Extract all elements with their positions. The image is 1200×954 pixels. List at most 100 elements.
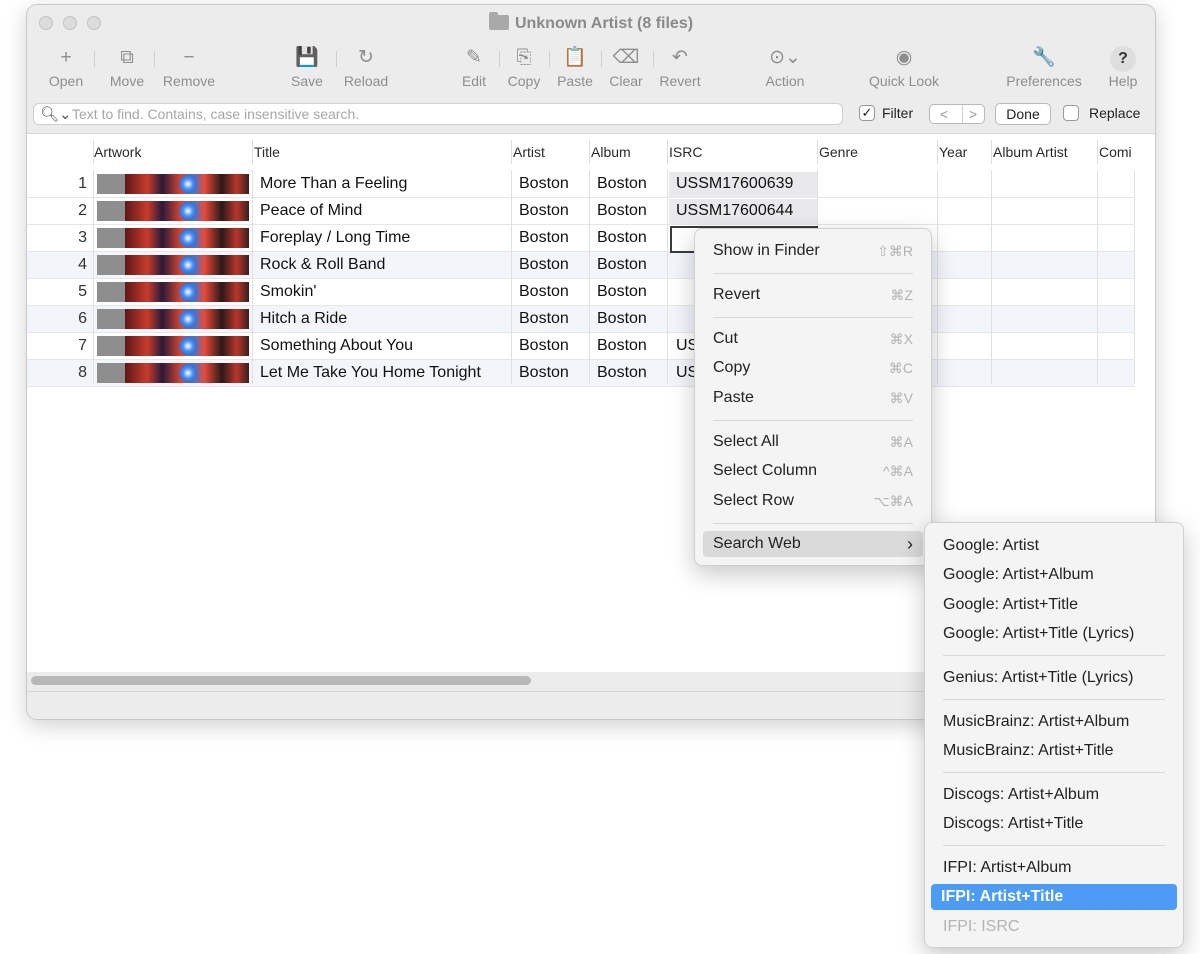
done-button[interactable]: Done: [995, 103, 1051, 125]
column-header-artwork[interactable]: Artwork: [94, 144, 141, 160]
column-divider[interactable]: [589, 140, 590, 164]
submenu-item-google-artist-title[interactable]: Google: Artist+Title: [933, 592, 1175, 618]
submenu-item-genius-lyrics[interactable]: Genius: Artist+Title (Lyrics): [933, 665, 1175, 691]
artist-cell[interactable]: Boston: [519, 202, 569, 220]
column-divider[interactable]: [937, 140, 938, 164]
table-row[interactable]: 3 Foreplay / Long Time Boston Boston: [27, 225, 1135, 252]
replace-checkbox[interactable]: [1063, 105, 1079, 121]
column-header-artist[interactable]: Artist: [513, 144, 545, 160]
title-cell[interactable]: Hitch a Ride: [260, 310, 347, 328]
help-button[interactable]: ? Help: [1103, 43, 1143, 89]
title-cell[interactable]: More Than a Feeling: [260, 175, 407, 193]
move-icon: ⧉: [120, 47, 134, 68]
submenu-item-google-lyrics[interactable]: Google: Artist+Title (Lyrics): [933, 621, 1175, 647]
column-divider[interactable]: [991, 140, 992, 164]
action-button[interactable]: ⊙⌄ Action: [757, 43, 813, 89]
submenu-item-musicbrainz-artist-title[interactable]: MusicBrainz: Artist+Title: [933, 738, 1175, 764]
title-cell[interactable]: Peace of Mind: [260, 202, 362, 220]
title-cell[interactable]: Foreplay / Long Time: [260, 229, 410, 247]
artist-cell[interactable]: Boston: [519, 283, 569, 301]
find-previous-button[interactable]: <: [934, 105, 954, 123]
title-cell[interactable]: Something About You: [260, 337, 413, 355]
artist-cell[interactable]: Boston: [519, 364, 569, 382]
artist-cell[interactable]: Boston: [519, 337, 569, 355]
menu-item-select-all[interactable]: Select All ⌘A: [703, 429, 923, 455]
table-row[interactable]: 2 Peace of Mind Boston Boston USSM176006…: [27, 198, 1135, 225]
submenu-item-discogs-artist-album[interactable]: Discogs: Artist+Album: [933, 782, 1175, 808]
column-header-isrc[interactable]: ISRC: [669, 144, 702, 160]
menu-item-show-in-finder[interactable]: Show in Finder ⇧⌘R: [703, 238, 923, 264]
filter-checkbox[interactable]: ✓: [859, 105, 875, 121]
menu-item-copy[interactable]: Copy ⌘C: [703, 355, 923, 381]
search-input[interactable]: [72, 104, 832, 124]
submenu-item-google-artist-album[interactable]: Google: Artist+Album: [933, 562, 1175, 588]
column-header-album-artist[interactable]: Album Artist: [993, 144, 1068, 160]
artist-cell[interactable]: Boston: [519, 310, 569, 328]
artist-cell[interactable]: Boston: [519, 256, 569, 274]
edit-button[interactable]: ✎ Edit: [455, 43, 493, 89]
menu-item-label: Paste: [713, 389, 754, 406]
column-divider[interactable]: [1097, 140, 1098, 164]
album-cell[interactable]: Boston: [597, 364, 647, 382]
table-row[interactable]: 8 Let Me Take You Home Tonight Boston Bo…: [27, 360, 1135, 387]
title-cell[interactable]: Smokin': [260, 283, 316, 301]
column-header-comment[interactable]: Comi: [1099, 144, 1132, 160]
menu-item-select-column[interactable]: Select Column ^⌘A: [703, 458, 923, 484]
isrc-cell[interactable]: USSM17600644: [676, 202, 793, 220]
revert-button[interactable]: ↶ Revert: [655, 43, 705, 89]
artist-cell[interactable]: Boston: [519, 175, 569, 193]
column-divider[interactable]: [511, 140, 512, 164]
column-divider[interactable]: [93, 140, 94, 164]
album-cell[interactable]: Boston: [597, 283, 647, 301]
submenu-item-musicbrainz-artist-album[interactable]: MusicBrainz: Artist+Album: [933, 709, 1175, 735]
album-cell[interactable]: Boston: [597, 310, 647, 328]
copy-button[interactable]: ⎘ Copy: [503, 43, 545, 89]
paste-label: Paste: [557, 73, 593, 89]
menu-item-revert[interactable]: Revert ⌘Z: [703, 282, 923, 308]
submenu-item-discogs-artist-title[interactable]: Discogs: Artist+Title: [933, 811, 1175, 837]
remove-button[interactable]: − Remove: [159, 43, 219, 89]
table-row[interactable]: 6 Hitch a Ride Boston Boston: [27, 306, 1135, 333]
search-icon[interactable]: 🔍︎⌄: [40, 105, 72, 123]
column-header-title[interactable]: Title: [254, 144, 280, 160]
table-row[interactable]: 5 Smokin' Boston Boston: [27, 279, 1135, 306]
album-cell[interactable]: Boston: [597, 229, 647, 247]
column-header-genre[interactable]: Genre: [819, 144, 858, 160]
search-field[interactable]: 🔍︎⌄: [33, 103, 843, 125]
paste-button[interactable]: 📋 Paste: [553, 43, 597, 89]
table-row[interactable]: 4 Rock & Roll Band Boston Boston: [27, 252, 1135, 279]
artist-cell[interactable]: Boston: [519, 229, 569, 247]
quick-look-button[interactable]: ◉ Quick Look: [859, 43, 949, 89]
column-header-year[interactable]: Year: [939, 144, 967, 160]
preferences-button[interactable]: 🔧 Preferences: [999, 43, 1089, 89]
album-cell[interactable]: Boston: [597, 256, 647, 274]
clear-button[interactable]: ⌫ Clear: [605, 43, 647, 89]
menu-item-paste[interactable]: Paste ⌘V: [703, 385, 923, 411]
album-cell[interactable]: Boston: [597, 337, 647, 355]
submenu-item-google-artist[interactable]: Google: Artist: [933, 533, 1175, 559]
open-button[interactable]: + Open: [45, 43, 87, 89]
column-header-album[interactable]: Album: [591, 144, 631, 160]
reload-button[interactable]: ↻ Reload: [339, 43, 393, 89]
menu-item-search-web[interactable]: Search Web ›: [703, 531, 923, 557]
menu-item-select-row[interactable]: Select Row ⌥⌘A: [703, 488, 923, 514]
menu-item-cut[interactable]: Cut ⌘X: [703, 326, 923, 352]
save-button[interactable]: 💾 Save: [285, 43, 329, 89]
submenu-item-ifpi-artist-album[interactable]: IFPI: Artist+Album: [933, 855, 1175, 881]
title-cell[interactable]: Let Me Take You Home Tonight: [260, 364, 481, 382]
album-cell[interactable]: Boston: [597, 202, 647, 220]
album-cell[interactable]: Boston: [597, 175, 647, 193]
table-row[interactable]: 7 Something About You Boston Boston US: [27, 333, 1135, 360]
submenu-item-ifpi-artist-title[interactable]: IFPI: Artist+Title: [931, 884, 1177, 910]
move-button[interactable]: ⧉ Move: [105, 43, 149, 89]
horizontal-scrollbar[interactable]: [31, 676, 531, 685]
isrc-cell[interactable]: USSM17600639: [676, 175, 793, 193]
column-divider[interactable]: [667, 140, 668, 164]
find-next-button[interactable]: >: [962, 105, 983, 123]
column-divider[interactable]: [817, 140, 818, 164]
table-row[interactable]: 1 More Than a Feeling Boston Boston USSM…: [27, 171, 1135, 198]
toolbar-divider: [154, 51, 155, 67]
title-cell[interactable]: Rock & Roll Band: [260, 256, 385, 274]
column-divider[interactable]: [252, 140, 253, 164]
menu-item-label: Revert: [713, 286, 761, 303]
